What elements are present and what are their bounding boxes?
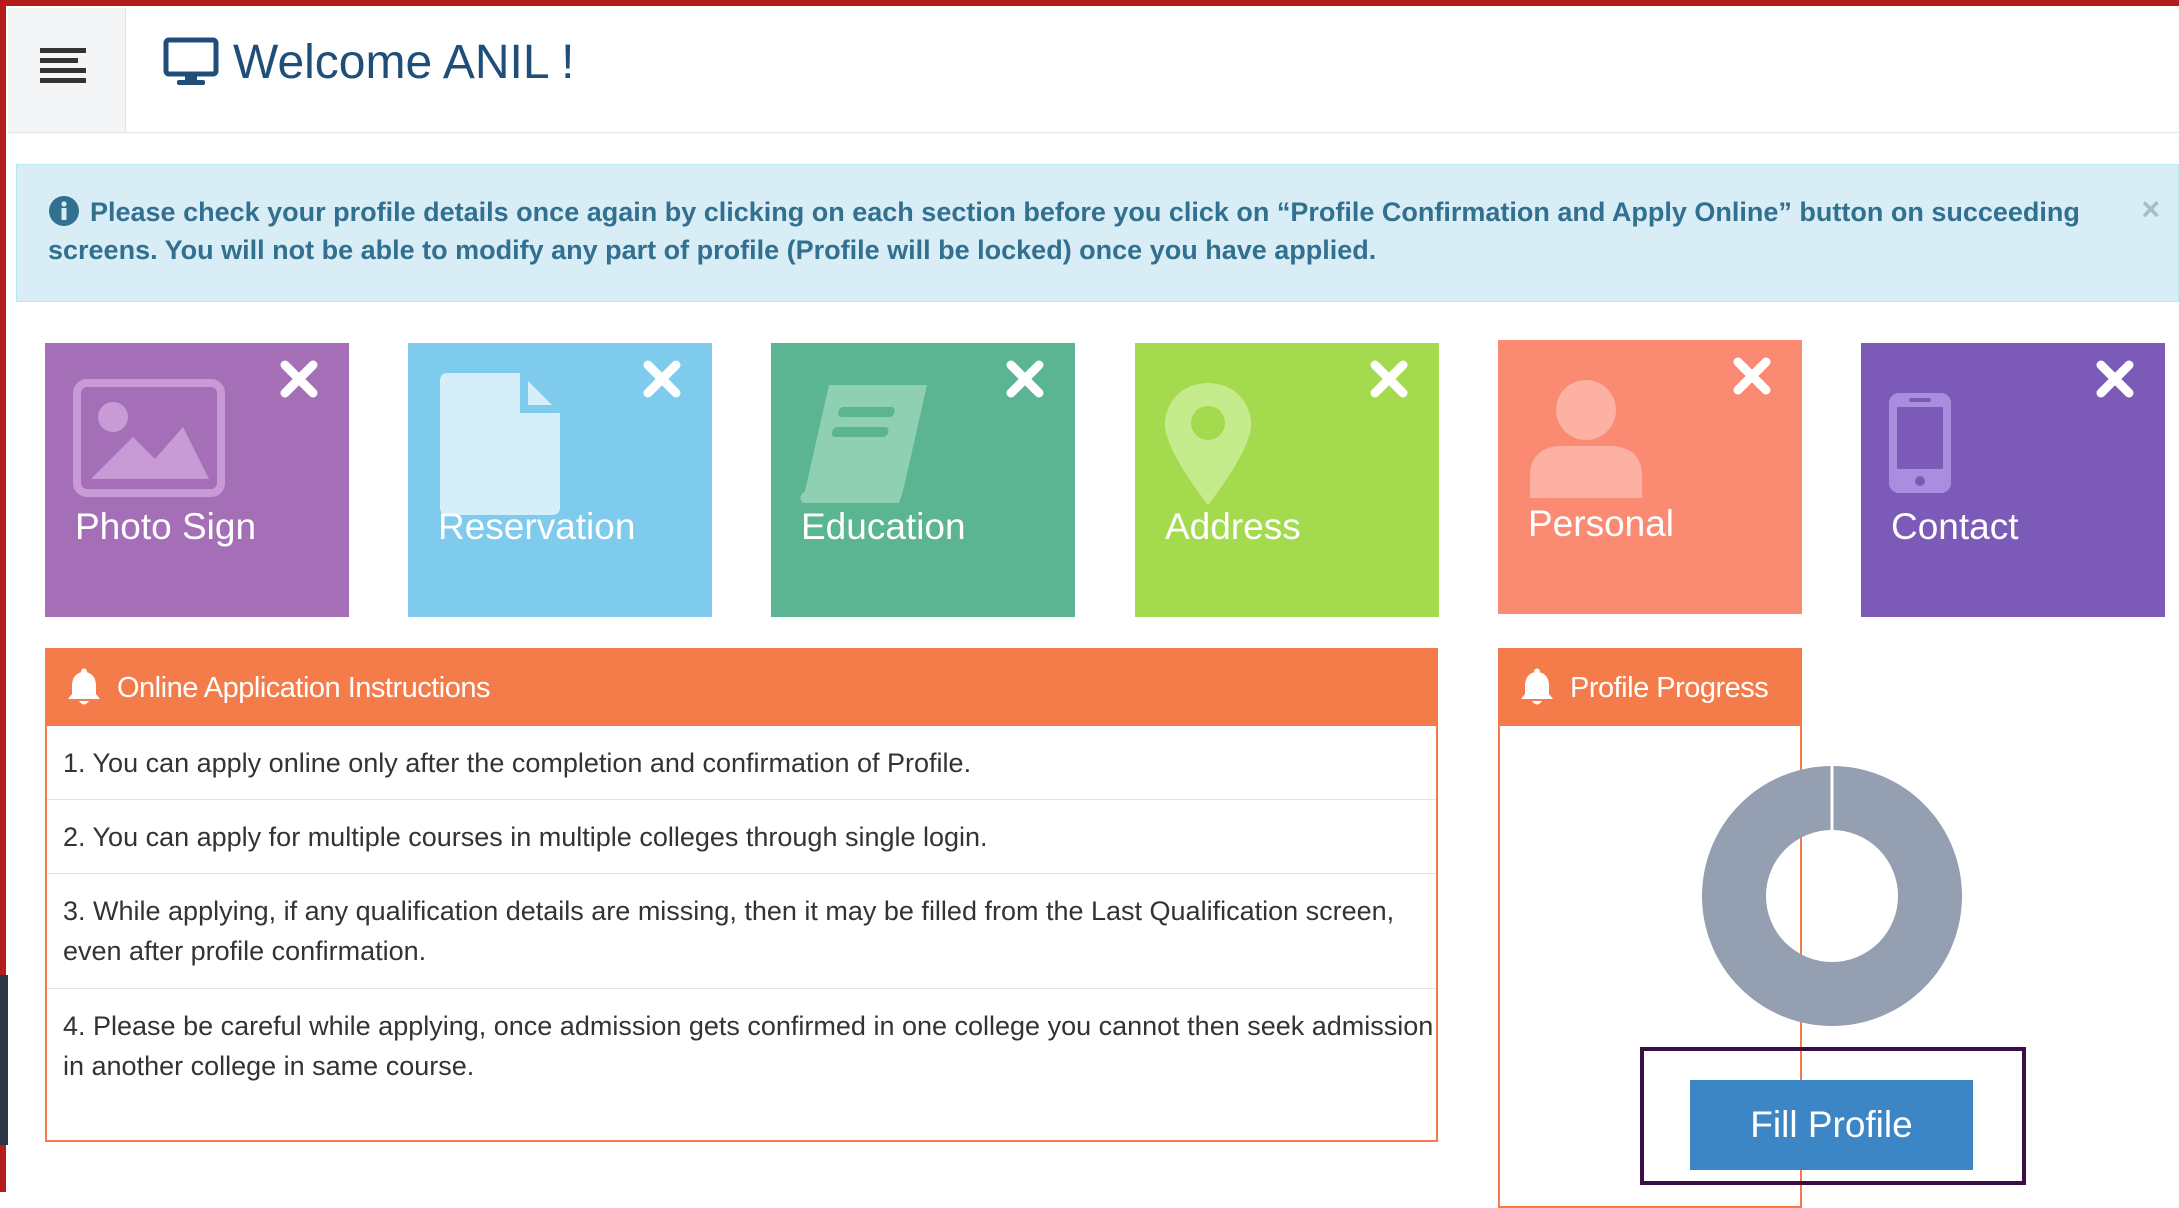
mobile-phone-icon	[1889, 393, 1951, 493]
tile-label: Contact	[1891, 506, 2019, 547]
book-icon	[800, 385, 927, 503]
list-item: 3. While applying, if any qualification …	[47, 874, 1436, 989]
tile-label: Address	[1165, 506, 1301, 547]
close-icon	[280, 360, 318, 398]
info-alert: Please check your profile details once a…	[16, 164, 2179, 302]
instructions-panel: Online Application Instructions 1. You c…	[45, 648, 1438, 1142]
menu-toggle-button[interactable]	[8, 8, 126, 132]
list-item: 1. You can apply online only after the c…	[47, 726, 1436, 800]
info-icon	[49, 196, 79, 226]
instructions-title: Online Application Instructions	[117, 671, 491, 704]
fill-profile-button[interactable]: Fill Profile	[1690, 1080, 1973, 1170]
side-strip	[0, 975, 8, 1145]
tile-reservation[interactable]: Reservation	[408, 343, 712, 617]
alert-close-button[interactable]: ×	[2141, 193, 2160, 225]
page-title: Welcome ANIL !	[233, 35, 575, 89]
close-icon	[1006, 360, 1044, 398]
bell-icon	[1521, 668, 1553, 705]
tile-label: Reservation	[438, 506, 636, 547]
tile-label: Photo Sign	[75, 506, 257, 547]
close-icon	[1370, 360, 1408, 398]
list-item: 4. Please be careful while applying, onc…	[63, 1011, 1434, 1081]
top-header: Welcome ANIL !	[8, 8, 2179, 133]
close-icon	[1733, 357, 1771, 395]
tile-contact[interactable]: Contact	[1861, 343, 2165, 617]
tile-address[interactable]: Address	[1135, 343, 1439, 617]
tile-personal[interactable]: Personal	[1498, 340, 1802, 614]
image-icon	[73, 379, 225, 497]
progress-header: Profile Progress	[1500, 650, 1800, 726]
close-icon	[643, 360, 681, 398]
list-item: 2. You can apply for multiple courses in…	[47, 800, 1436, 874]
tile-education[interactable]: Education	[771, 343, 1075, 617]
progress-title: Profile Progress	[1570, 671, 1769, 704]
instructions-header: Online Application Instructions	[47, 650, 1436, 726]
desktop-icon	[163, 37, 219, 85]
tile-photo-sign[interactable]: Photo Sign	[45, 343, 349, 617]
tile-label: Personal	[1528, 503, 1675, 544]
tile-label: Education	[801, 506, 966, 547]
map-marker-icon	[1165, 383, 1251, 505]
user-icon	[1530, 380, 1642, 498]
document-icon	[440, 373, 560, 515]
bell-icon	[68, 668, 100, 705]
profile-progress-donut	[1702, 766, 1962, 1026]
close-icon	[2096, 360, 2134, 398]
alert-message: Please check your profile details once a…	[48, 197, 2080, 265]
welcome-heading: Welcome ANIL !	[163, 32, 574, 92]
